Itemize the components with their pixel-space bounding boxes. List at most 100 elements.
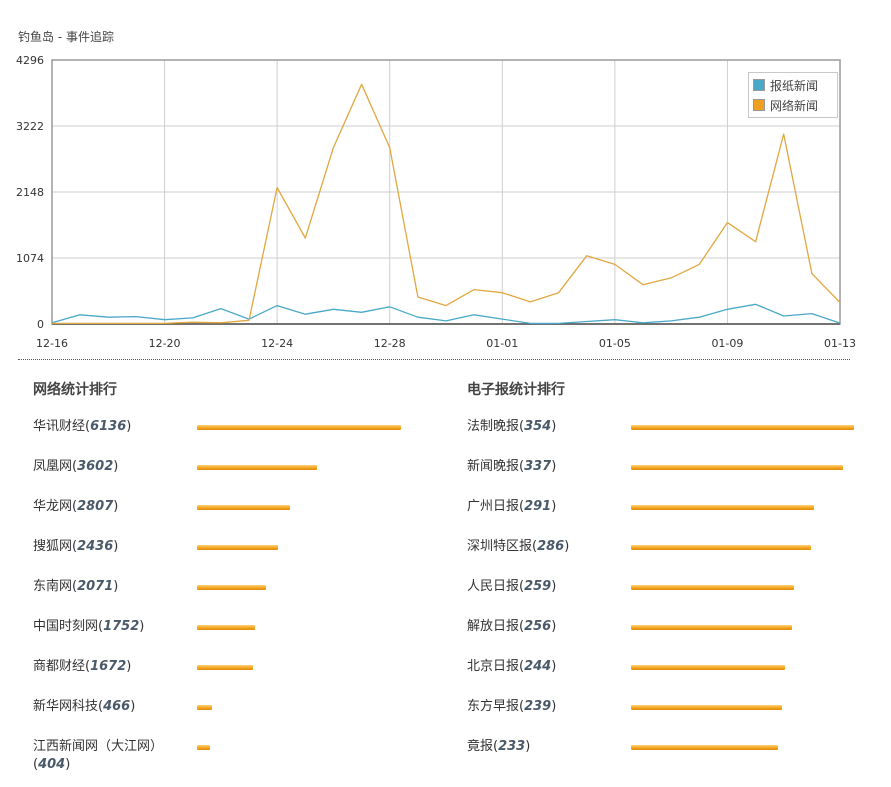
paper-rank-name[interactable]: 北京日报 xyxy=(467,659,519,674)
paper-rank-row: 北京日报(244) xyxy=(467,658,887,698)
paper-rank-label[interactable]: 广州日报(291) xyxy=(467,498,617,516)
page-title: 钓鱼岛 - 事件追踪 xyxy=(18,30,114,44)
web-rank-count: (2071) xyxy=(72,579,119,594)
web-rank-row: 华讯财经(6136) xyxy=(33,418,453,458)
web-rank-bar xyxy=(197,625,255,630)
paper-rank-label[interactable]: 人民日报(259) xyxy=(467,578,617,596)
paper-rank-count: (354) xyxy=(519,419,557,434)
x-tick-label: 01-01 xyxy=(486,337,518,350)
web-rank-name[interactable]: 江西新闻网（大江网） xyxy=(33,739,163,754)
paper-rank-row: 解放日报(256) xyxy=(467,618,887,658)
line-chart: 4296 3222 2148 1074 0 12-16 12-20 12-24 12-28 01-… xyxy=(0,50,891,370)
web-rank-name[interactable]: 中国时刻网 xyxy=(33,619,98,634)
web-rank-label[interactable]: 搜狐网(2436) xyxy=(33,538,183,556)
paper-ranking-list: 法制晚报(354) 新闻晚报(337) 广州日报(291) 深圳特区报(286) 人民日… xyxy=(467,418,887,778)
y-tick-label: 1074 xyxy=(16,252,44,265)
paper-rank-bar xyxy=(631,745,778,750)
legend-label-web: 网络新闻 xyxy=(770,98,819,113)
web-rank-row: 东南网(2071) xyxy=(33,578,453,618)
x-tick-label: 12-24 xyxy=(261,337,293,350)
paper-rank-count: (233) xyxy=(493,739,531,754)
legend-item-paper[interactable]: 报纸新闻 xyxy=(753,75,833,95)
web-rank-bar xyxy=(197,705,212,710)
web-rank-name[interactable]: 华讯财经 xyxy=(33,419,85,434)
web-rank-label[interactable]: 中国时刻网(1752) xyxy=(33,618,183,636)
web-ranking-title: 网络统计排行 xyxy=(33,382,117,398)
paper-rank-count: (337) xyxy=(519,459,557,474)
paper-rank-label[interactable]: 法制晚报(354) xyxy=(467,418,617,436)
y-tick-label: 0 xyxy=(37,318,44,331)
legend-swatch-web xyxy=(753,99,765,111)
paper-rank-label[interactable]: 解放日报(256) xyxy=(467,618,617,636)
web-rank-count: (1752) xyxy=(98,619,145,634)
web-rank-bar xyxy=(197,505,290,510)
web-rank-count: (1672) xyxy=(85,659,132,674)
y-tick-label: 4296 xyxy=(16,54,44,67)
paper-rank-name[interactable]: 新闻晚报 xyxy=(467,459,519,474)
paper-rank-row: 新闻晚报(337) xyxy=(467,458,887,498)
paper-rank-count: (259) xyxy=(519,579,557,594)
web-rank-bar xyxy=(197,585,266,590)
paper-rank-bar xyxy=(631,425,854,430)
paper-rank-name[interactable]: 解放日报 xyxy=(467,619,519,634)
legend-item-web[interactable]: 网络新闻 xyxy=(753,95,833,115)
web-rank-row: 新华网科技(466) xyxy=(33,698,453,738)
web-rank-count: (6136) xyxy=(85,419,132,434)
web-rank-label[interactable]: 江西新闻网（大江网） (404) xyxy=(33,738,183,774)
paper-rank-label[interactable]: 竟报(233) xyxy=(467,738,617,756)
paper-rank-name[interactable]: 法制晚报 xyxy=(467,419,519,434)
web-rank-name[interactable]: 搜狐网 xyxy=(33,539,72,554)
paper-rank-label[interactable]: 东方早报(239) xyxy=(467,698,617,716)
paper-rank-row: 人民日报(259) xyxy=(467,578,887,618)
web-rank-label[interactable]: 凤凰网(3602) xyxy=(33,458,183,476)
web-rank-label[interactable]: 华龙网(2807) xyxy=(33,498,183,516)
web-rank-count: (3602) xyxy=(72,459,119,474)
y-tick-label: 3222 xyxy=(16,120,44,133)
paper-rank-bar xyxy=(631,665,785,670)
web-rank-name[interactable]: 新华网科技 xyxy=(33,699,98,714)
paper-rank-name[interactable]: 竟报 xyxy=(467,739,493,754)
web-rank-label[interactable]: 华讯财经(6136) xyxy=(33,418,183,436)
paper-rank-row: 东方早报(239) xyxy=(467,698,887,738)
section-divider xyxy=(18,359,850,360)
paper-rank-name[interactable]: 深圳特区报 xyxy=(467,539,532,554)
web-rank-name[interactable]: 商都财经 xyxy=(33,659,85,674)
web-rank-name[interactable]: 华龙网 xyxy=(33,499,72,514)
legend-label-paper: 报纸新闻 xyxy=(770,78,819,93)
web-rank-label[interactable]: 新华网科技(466) xyxy=(33,698,183,716)
web-rank-bar xyxy=(197,545,278,550)
web-rank-bar xyxy=(197,665,253,670)
web-rank-bar xyxy=(197,465,317,470)
chart-legend: 报纸新闻 网络新闻 xyxy=(748,72,838,118)
paper-rank-count: (244) xyxy=(519,659,557,674)
web-rank-row: 华龙网(2807) xyxy=(33,498,453,538)
web-rank-label[interactable]: 商都财经(1672) xyxy=(33,658,183,676)
web-rank-row: 中国时刻网(1752) xyxy=(33,618,453,658)
x-tick-label: 01-13 xyxy=(824,337,856,350)
paper-rank-row: 竟报(233) xyxy=(467,738,887,778)
x-tick-label: 01-05 xyxy=(599,337,631,350)
paper-rank-name[interactable]: 广州日报 xyxy=(467,499,519,514)
y-tick-label: 2148 xyxy=(16,186,44,199)
paper-rank-bar xyxy=(631,545,811,550)
paper-rank-label[interactable]: 深圳特区报(286) xyxy=(467,538,617,556)
paper-rank-label[interactable]: 北京日报(244) xyxy=(467,658,617,676)
web-rank-row: 凤凰网(3602) xyxy=(33,458,453,498)
paper-rank-name[interactable]: 人民日报 xyxy=(467,579,519,594)
paper-rank-row: 广州日报(291) xyxy=(467,498,887,538)
x-tick-label: 12-20 xyxy=(149,337,181,350)
paper-rank-bar xyxy=(631,705,782,710)
x-tick-label: 01-09 xyxy=(711,337,743,350)
web-rank-name[interactable]: 东南网 xyxy=(33,579,72,594)
web-rank-name[interactable]: 凤凰网 xyxy=(33,459,72,474)
paper-rank-name[interactable]: 东方早报 xyxy=(467,699,519,714)
web-rank-count: (466) xyxy=(98,699,136,714)
web-rank-row: 江西新闻网（大江网） (404) xyxy=(33,738,453,778)
web-rank-label[interactable]: 东南网(2071) xyxy=(33,578,183,596)
legend-swatch-paper xyxy=(753,79,765,91)
paper-rank-count: (291) xyxy=(519,499,557,514)
paper-rank-count: (239) xyxy=(519,699,557,714)
paper-rank-count: (286) xyxy=(532,539,570,554)
paper-rank-label[interactable]: 新闻晚报(337) xyxy=(467,458,617,476)
paper-rank-bar xyxy=(631,585,794,590)
